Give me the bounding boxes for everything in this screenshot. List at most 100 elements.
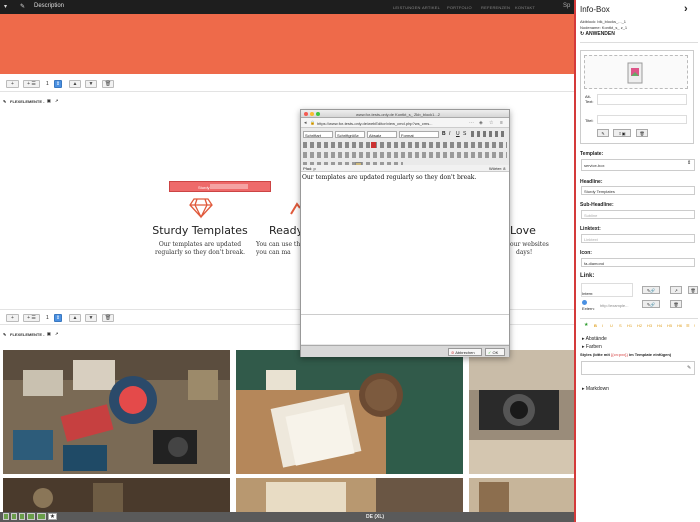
format-h2-icon[interactable]: H2 [637,323,642,328]
copy-icon[interactable]: ▣ [47,331,51,336]
nav-item[interactable]: PORTFOLIO [447,5,472,10]
maximize-icon[interactable] [316,112,320,116]
paragraph-select[interactable]: Absatz [367,131,397,138]
apply-button[interactable]: ↻ ANWENDEN [580,31,615,37]
linktext-input[interactable]: Linktext [581,234,695,243]
format-h4-icon[interactable]: H4 [657,323,662,328]
wrench-icon[interactable]: ✎ [20,3,25,10]
format-select[interactable]: Format [399,131,439,138]
toolbar-icons[interactable] [471,131,505,137]
farben-toggle[interactable]: ▸ Farben [582,344,602,350]
format-star-icon[interactable]: ★ [584,322,588,328]
move-down-button[interactable]: ▼ [85,80,97,88]
icon-input[interactable]: fa-diamond [581,258,695,267]
more-icon[interactable]: ⋯ [469,120,474,126]
nav-item[interactable]: REFERENZEN [481,5,510,10]
link-delete-button[interactable]: 🗑 [688,286,698,294]
abstaende-toggle[interactable]: ▸ Abstände [582,336,607,342]
title-input[interactable] [597,115,687,124]
move-up-button[interactable]: ▲ [69,80,81,88]
add-button[interactable]: + [6,314,19,322]
copy-icon[interactable]: ▣ [47,98,51,103]
menu-icon[interactable]: ≡ [500,120,503,126]
stepper-icon[interactable]: ⇕ [54,314,62,322]
format-list-icon[interactable]: ☰ [686,323,690,328]
chevron-right-icon[interactable]: › [684,3,688,15]
upload-button[interactable]: ⇧▣ [613,129,631,137]
ok-button[interactable]: ✓ OK [485,348,505,356]
image-dropzone[interactable] [584,55,688,89]
toolbar-row-icons[interactable] [303,152,507,158]
font-select[interactable]: Schriftart [303,131,333,138]
popup-titlebar[interactable]: www.for-tests-only.de Kontkt_s_ Zkb_bloc… [301,110,509,118]
strike-icon[interactable]: S [463,131,466,137]
star-icon[interactable]: ★ [48,513,57,520]
nav-item[interactable]: LEISTUNGEN [393,5,421,10]
delete-button[interactable]: 🗑 [102,80,114,88]
edit-icon[interactable]: ✎ [687,365,691,371]
link-open-button[interactable]: ↗ [670,286,682,294]
extern-edit-button[interactable]: ✎🔗 [642,300,660,308]
headline-input[interactable]: Sturdy Templates [581,186,695,195]
template-select[interactable]: service-box [581,159,695,171]
format-important-icon[interactable]: ! [694,323,695,328]
format-h5-icon[interactable]: H5 [667,323,672,328]
extern-delete-button[interactable]: 🗑 [670,300,682,308]
url-field[interactable]: https://www.for-tests-only.de/webEditor/… [317,121,467,126]
inline-edit-bar[interactable]: Sturdy [169,181,271,192]
add-list-button[interactable]: + ☰ [23,80,40,88]
nav-item[interactable]: ARTIKEL [422,5,440,10]
nav-item[interactable]: KONTAKT [515,5,535,10]
markdown-toggle[interactable]: ▸ Markdown [582,386,609,392]
subheadline-input[interactable]: Subline [581,210,695,219]
flexelemente-label[interactable]: FLEXELEMENTE - [10,99,44,104]
add-button[interactable]: + [6,80,19,88]
inline-edit-field[interactable] [210,184,248,189]
add-list-button[interactable]: + ☰ [23,314,40,322]
toolbar-row-icons[interactable] [303,142,507,148]
pocket-icon[interactable]: ◈ [479,120,483,126]
editor-text[interactable]: Our templates are updated regularly so t… [302,174,476,181]
underline-icon[interactable]: U [456,131,460,137]
stepper-icon[interactable]: ⇕ [54,80,62,88]
font-size-select[interactable]: Schriftgröße [335,131,365,138]
pin-icon[interactable]: ✎ [3,99,6,104]
view-button[interactable] [27,513,35,520]
minimize-icon[interactable] [310,112,314,116]
link-edit-button[interactable]: ✎🔗 [642,286,660,294]
format-underline-icon[interactable]: U [610,323,613,328]
menu-icon[interactable]: ▾ [4,3,7,10]
format-italic-icon[interactable]: I [602,323,603,328]
nav-item-sp[interactable]: Sp [563,3,570,9]
italic-icon[interactable]: I [449,131,450,137]
format-bold-icon[interactable]: B [594,323,597,328]
link-icon[interactable]: ↗ [55,331,58,336]
flexelemente-label[interactable]: FLEXELEMENTE - [10,332,44,337]
description-button[interactable]: Description [34,3,64,9]
bold-icon[interactable]: B [442,131,446,137]
delete-image-button[interactable]: 🗑 [636,129,648,137]
pin-icon[interactable]: ✎ [3,332,6,337]
alt-input[interactable] [597,94,687,105]
edit-image-button[interactable]: ✎ [597,129,609,137]
editor-body[interactable]: Our templates are updated regularly so t… [301,172,509,314]
view-button[interactable] [11,513,17,520]
format-strike-icon[interactable]: S [619,323,622,328]
view-button[interactable] [19,513,25,520]
styles-textarea[interactable] [581,361,695,375]
cancel-button[interactable]: ⊘ Abbrechen [448,348,482,356]
delete-button[interactable]: 🗑 [102,314,114,322]
move-up-button[interactable]: ▲ [69,314,81,322]
move-down-button[interactable]: ▼ [85,314,97,322]
format-h3-icon[interactable]: H3 [647,323,652,328]
link-icon[interactable]: ↗ [55,98,58,103]
extern-radio[interactable] [582,300,587,305]
bookmark-star-icon[interactable]: ☆ [489,120,493,126]
back-icon[interactable]: ◂ [304,120,307,126]
text-color-icon[interactable] [371,142,376,148]
extern-input[interactable]: http://example... [600,303,628,308]
close-icon[interactable] [304,112,308,116]
view-button[interactable] [3,513,9,520]
view-button[interactable] [37,513,46,520]
format-h6-icon[interactable]: H6 [677,323,682,328]
